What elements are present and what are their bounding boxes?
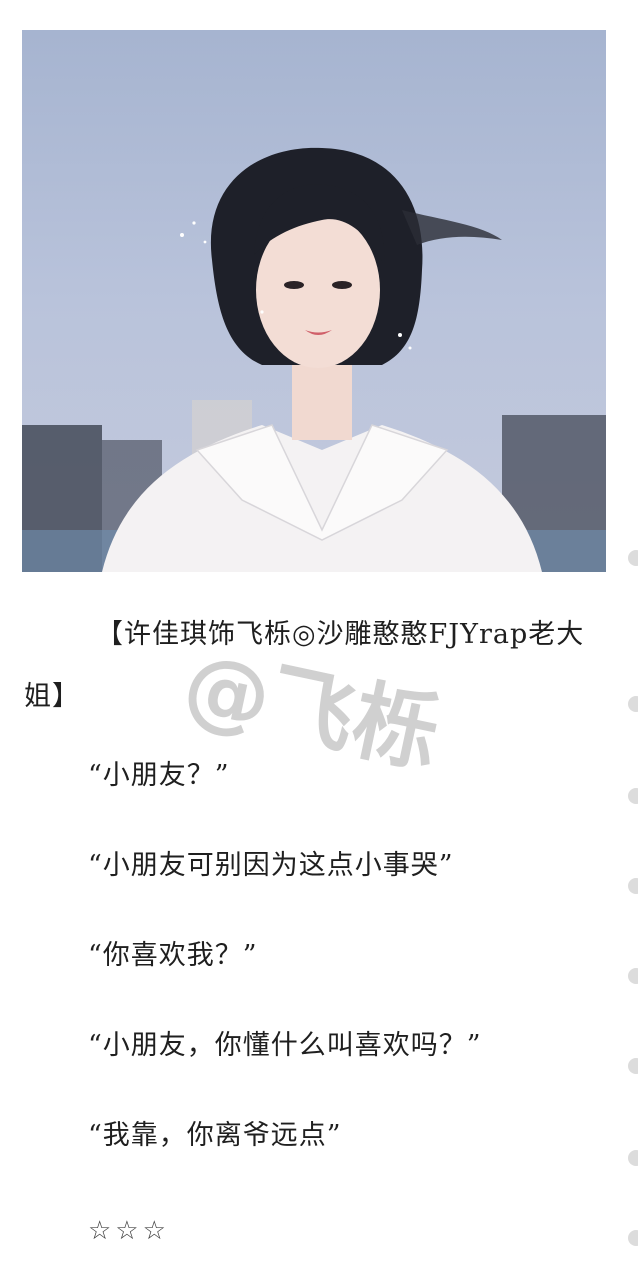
edge-dot (628, 878, 638, 894)
dialogue-line-3: “你喜欢我？” (88, 940, 258, 971)
portrait-photo (22, 30, 606, 572)
edge-dot (628, 788, 638, 804)
dialogue-line-4: “小朋友，你懂什么叫喜欢吗？” (88, 1030, 482, 1061)
edge-dot (628, 696, 638, 712)
dialogue-line-2: “小朋友可别因为这点小事哭” (88, 850, 454, 881)
edge-dot (628, 1150, 638, 1166)
portrait-illustration (22, 30, 606, 572)
post-title: 【许佳琪饰飞栎◎沙雕憨憨FJYrap老大姐】 (24, 619, 585, 712)
star-divider: ☆☆☆ (88, 1216, 170, 1246)
edge-dot (628, 550, 638, 566)
edge-dot (628, 968, 638, 984)
scroll-edge-indicators (624, 540, 638, 1280)
dialogue-line-5: “我靠，你离爷远点” (88, 1120, 342, 1151)
edge-dot (628, 1230, 638, 1246)
edge-dot (628, 1058, 638, 1074)
dialogue-line-1: “小朋友？” (88, 760, 230, 791)
